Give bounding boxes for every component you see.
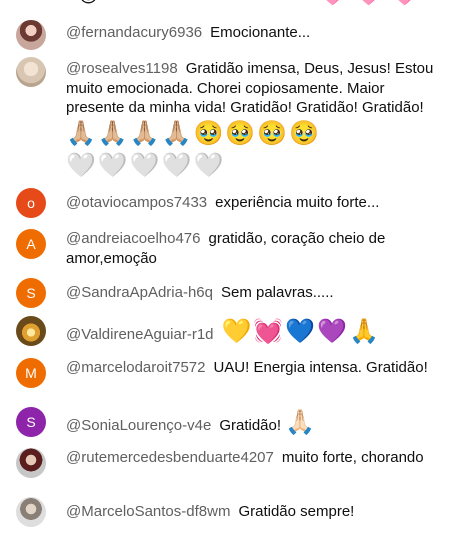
avatar-letter: S — [26, 414, 36, 430]
author-name[interactable]: @andreiacoelho476 — [66, 230, 201, 247]
author-name[interactable]: @rosealves1198 — [66, 60, 178, 77]
avatar[interactable] — [16, 20, 46, 50]
author-name[interactable]: @marcelodaroit7572 — [66, 359, 205, 376]
avatar-letter: M — [25, 365, 37, 381]
chat-message[interactable]: A @andreiacoelho476 gratidão, coração che… — [16, 229, 441, 268]
author-name[interactable]: @SandraApAdria-h6q — [66, 284, 213, 301]
emoji-sequence: 💛💓💙💜🙏 — [221, 318, 381, 345]
author-name[interactable]: @MarceloSantos-df8wm — [66, 503, 230, 520]
avatar-letter: o — [27, 195, 35, 211]
chat-message[interactable]: S @SoniaLourenço-v4e Gratidão! 🙏🏻 — [16, 407, 441, 439]
pink-heart-emoji-icon: 🩷 — [320, 0, 345, 6]
author-name[interactable]: @fernandacury6936 — [66, 24, 202, 41]
chat-message[interactable]: @fernandacury6936 Emocionante... — [16, 20, 441, 50]
author-name[interactable]: @ValdireneAguiar-r1d — [66, 326, 214, 343]
avatar[interactable]: S — [16, 278, 46, 308]
chat-message[interactable]: @ValdireneAguiar-r1d 💛💓💙💜🙏 — [16, 316, 441, 348]
chat-message[interactable]: M @marcelodaroit7572 UAU! Energia intensa… — [16, 358, 441, 388]
chat-message[interactable]: @rosealves1198 Gratidão imensa, Deus, Jes… — [16, 57, 441, 182]
pink-heart-emoji-icon: 🩷 — [356, 0, 381, 6]
author-name[interactable]: @rutemercedesbenduarte4207 — [66, 449, 274, 466]
message-text: experiência muito forte... — [215, 194, 380, 211]
author-name[interactable]: @SoniaLourenço-v4e — [66, 417, 211, 434]
emoji-sequence: 🙏🏼🙏🏼🙏🏼🙏🏼🥹🥹🥹🥹 — [66, 119, 322, 147]
message-text: Emocionante... — [210, 24, 311, 41]
folded-hands-emoji-icon: 🙏🏻 — [285, 409, 318, 436]
avatar[interactable]: M — [16, 358, 46, 388]
avatar[interactable]: S — [16, 407, 46, 437]
previous-message-emojis: 😊 🩷 🩷 🩷 — [0, 0, 451, 8]
message-text: muito forte, chorando — [281, 449, 424, 466]
avatar-letter: A — [26, 236, 36, 252]
chat-message[interactable]: @rutemercedesbenduarte4207 muito forte, c… — [16, 448, 441, 478]
chat-message[interactable]: o @otaviocampos7433 experiência muito for… — [16, 188, 441, 218]
avatar[interactable] — [16, 316, 46, 346]
message-text: UAU! Energia intensa. Gratidão! — [213, 359, 428, 376]
message-text: Gratidão sempre! — [238, 503, 355, 520]
chat-message[interactable]: @MarceloSantos-df8wm Gratidão sempre! — [16, 497, 441, 527]
avatar[interactable]: o — [16, 188, 46, 218]
avatar[interactable] — [16, 448, 46, 478]
smile-emoji-icon: 😊 — [78, 0, 99, 6]
avatar[interactable] — [16, 57, 46, 87]
chat-message[interactable]: S @SandraApAdria-h6q Sem palavras..... — [16, 278, 441, 308]
pink-heart-emoji-icon: 🩷 — [392, 0, 417, 6]
message-text: Sem palavras..... — [220, 284, 334, 301]
message-text: Gratidão! — [219, 417, 282, 434]
avatar[interactable]: A — [16, 229, 46, 259]
author-name[interactable]: @otaviocampos7433 — [66, 194, 207, 211]
avatar[interactable] — [16, 497, 46, 527]
avatar-letter: S — [26, 285, 36, 301]
emoji-sequence: 🤍🤍🤍🤍🤍 — [66, 151, 226, 179]
